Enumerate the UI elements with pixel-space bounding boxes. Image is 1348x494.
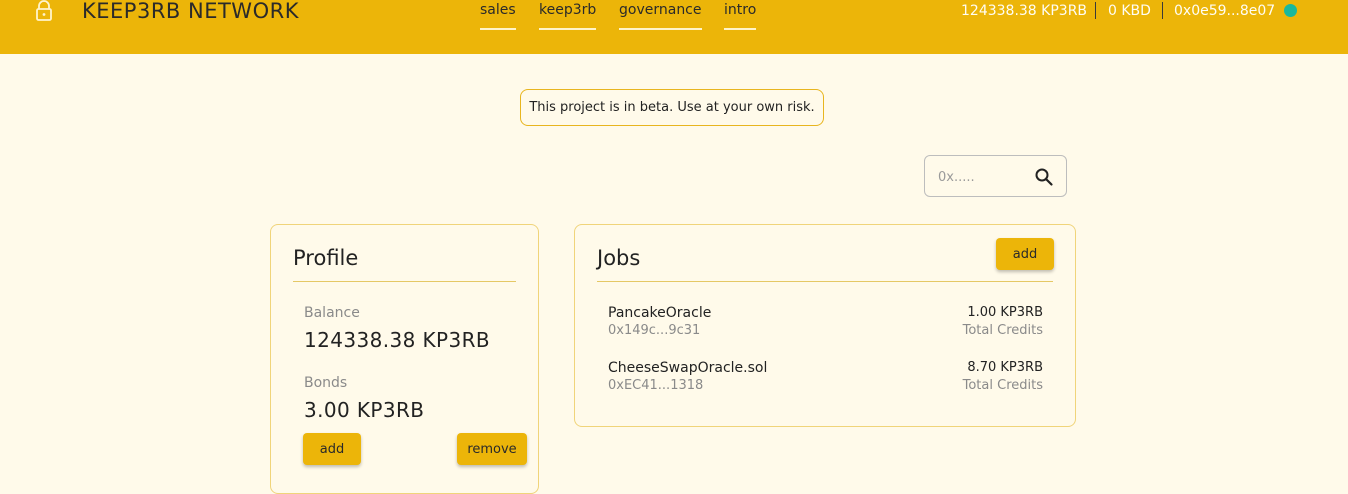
profile-title: Profile [293,246,359,270]
job-credits: 1.00 KP3RB [967,305,1043,320]
job-name: CheeseSwapOracle.sol [608,360,768,376]
balance-label: Balance [304,305,360,321]
job-credits-label: Total Credits [962,323,1043,338]
add-bond-button[interactable]: add [303,433,361,465]
job-address: 0x149c...9c31 [608,323,701,338]
divider [597,281,1053,282]
job-credits-label: Total Credits [962,378,1043,393]
bonds-value: 3.00 KP3RB [304,398,425,422]
remove-bond-button[interactable]: remove [457,433,527,465]
nav-keep3rb[interactable]: keep3rb [539,2,597,30]
search-box [924,155,1067,197]
divider [1162,2,1163,19]
list-item[interactable]: CheeseSwapOracle.sol 0xEC41...1318 8.70 … [608,360,1043,396]
header-balance: 124338.38 KP3RB [961,3,1088,19]
list-item[interactable]: PancakeOracle 0x149c...9c31 1.00 KP3RB T… [608,305,1043,341]
search-input[interactable] [936,166,1028,188]
lock-icon[interactable] [33,0,55,22]
nav-intro[interactable]: intro [724,2,757,30]
balance-value: 124338.38 KP3RB [304,328,491,352]
job-credits: 8.70 KP3RB [967,360,1043,375]
top-bar: KEEP3RB NETWORK sales keep3rb governance… [0,0,1348,54]
connection-status-dot [1284,4,1297,17]
jobs-card: Jobs add PancakeOracle 0x149c...9c31 1.0… [574,224,1076,427]
divider [293,281,516,282]
header-kbd: 0 KBD [1108,3,1151,19]
job-name: PancakeOracle [608,305,712,321]
search-icon[interactable] [1034,167,1054,187]
divider [1095,2,1096,19]
jobs-title: Jobs [597,246,641,270]
job-address: 0xEC41...1318 [608,378,704,393]
beta-notice: This project is in beta. Use at your own… [520,89,824,126]
add-job-button[interactable]: add [996,238,1054,270]
nav-sales[interactable]: sales [480,2,516,30]
profile-card: Profile Balance 124338.38 KP3RB Bonds 3.… [270,224,539,494]
brand-title: KEEP3RB NETWORK [82,0,299,23]
wallet-address[interactable]: 0x0e59...8e07 [1174,3,1275,19]
bonds-label: Bonds [304,375,348,391]
nav-governance[interactable]: governance [619,2,702,30]
